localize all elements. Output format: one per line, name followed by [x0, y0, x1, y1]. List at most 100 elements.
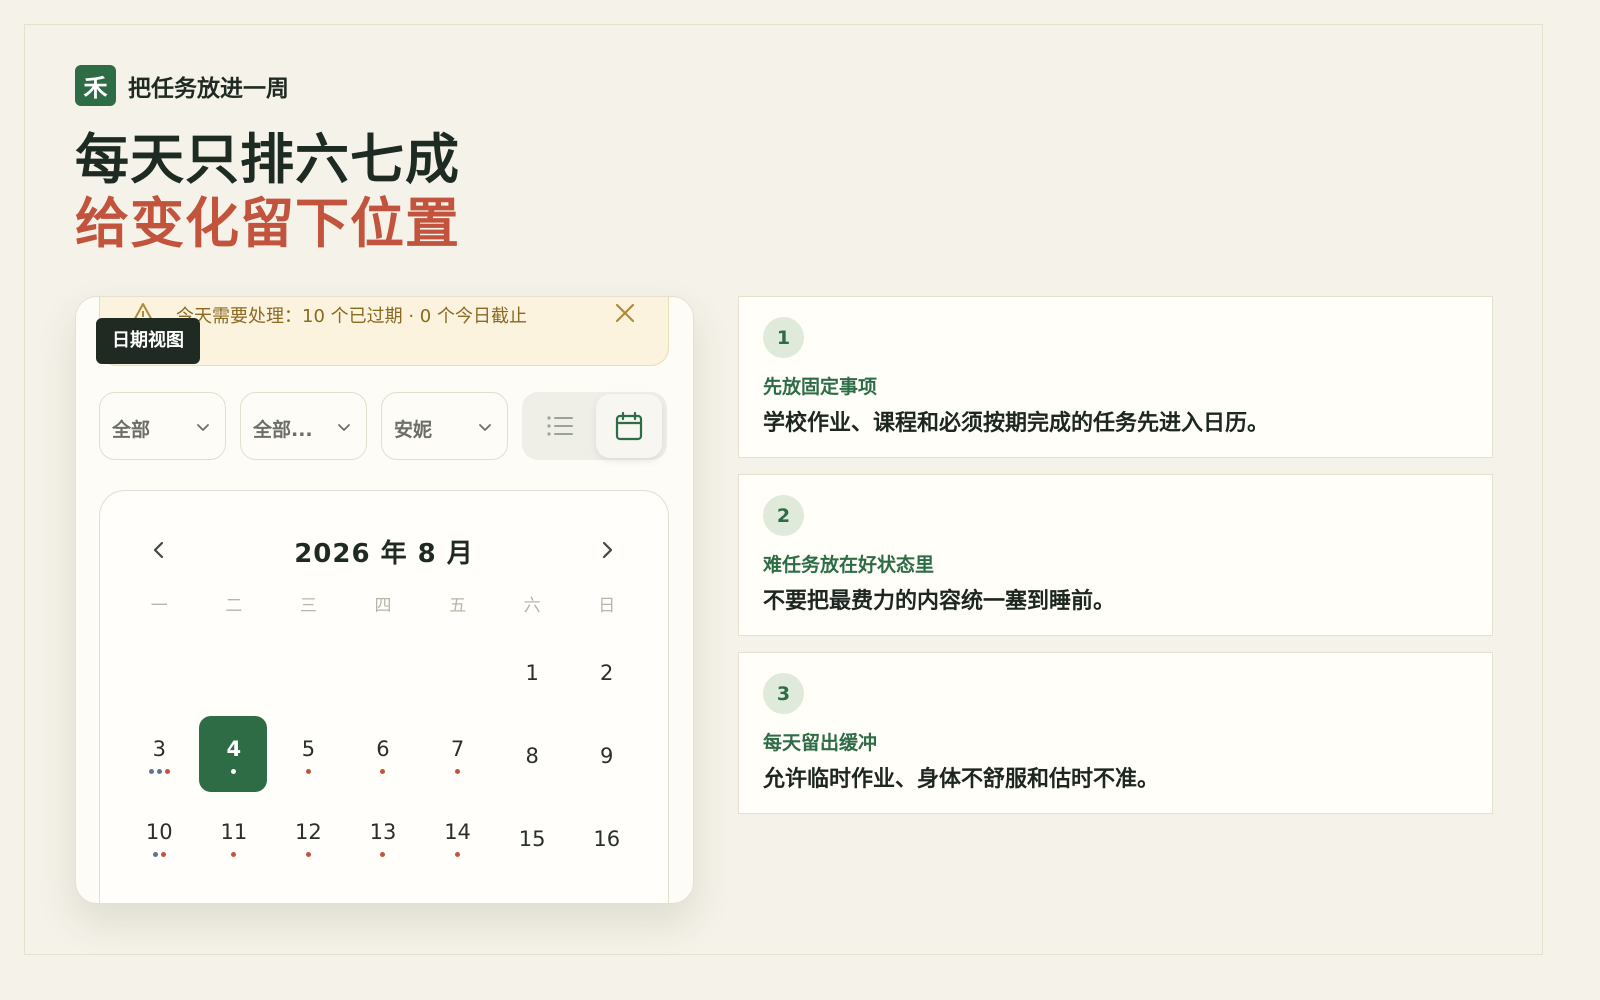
- calendar-day-number: 8: [525, 743, 539, 768]
- calendar-month-title: 2026 年 8 月: [294, 539, 474, 569]
- calendar-day-number: 2: [600, 660, 614, 685]
- headline-line-1: 每天只排六七成: [75, 128, 460, 191]
- month-calendar: 2026 年 8 月 一 二 三 四 五 六 日 1 2 3 4 5 6 7 8 9 10 11 12…: [99, 490, 669, 903]
- weekday-label: 一: [150, 596, 168, 616]
- weekday-label: 日: [598, 596, 616, 616]
- list-view-button[interactable]: [534, 402, 586, 450]
- calendar-day-number: 9: [600, 743, 614, 768]
- chevron-right-icon[interactable]: [596, 539, 618, 561]
- tip-description: 不要把最费力的内容统一塞到睡前。: [763, 589, 1116, 614]
- task-dot: [455, 769, 461, 774]
- task-dot: [152, 852, 158, 857]
- task-dot: [380, 852, 386, 857]
- calendar-empty-cell: [271, 631, 346, 714]
- calendar-day[interactable]: 1: [495, 631, 570, 714]
- calendar-day-number: 14: [444, 820, 471, 844]
- calendar-day-number: 16: [593, 826, 621, 851]
- tip-step-number: 3: [763, 673, 804, 714]
- alert-text: 今天需要处理：10 个已过期 · 0 个今日截止: [176, 306, 527, 327]
- tip-card-3: 3 每天留出缓冲 允许临时作业、身体不舒服和估时不准。: [738, 652, 1493, 814]
- calendar-day[interactable]: 14: [420, 797, 495, 880]
- tip-title: 先放固定事项: [763, 376, 878, 398]
- tip-step-number: 1: [763, 317, 804, 358]
- calendar-day-number: 13: [369, 820, 397, 844]
- filter-select-3[interactable]: 安妮: [381, 392, 508, 460]
- tip-card-2: 2 难任务放在好状态里 不要把最费力的内容统一塞到睡前。: [738, 474, 1493, 636]
- calendar-day[interactable]: 15: [495, 797, 570, 880]
- view-toggle: [522, 392, 667, 460]
- task-dot: [164, 769, 170, 774]
- calendar-day[interactable]: 7: [420, 714, 495, 797]
- calendar-day[interactable]: 8: [495, 714, 570, 797]
- task-dot: [380, 769, 386, 774]
- calendar-day[interactable]: 12: [271, 797, 346, 880]
- brand: 禾 把任务放进一周: [75, 65, 289, 106]
- brand-name: 把任务放进一周: [128, 75, 289, 102]
- headline: 每天只排六七成 给变化留下位置: [75, 128, 460, 256]
- task-dots: [152, 852, 166, 857]
- tip-description: 学校作业、课程和必须按期完成的任务先进入日历。: [763, 411, 1270, 436]
- task-dot: [305, 852, 311, 857]
- task-dots: [455, 852, 461, 857]
- weekday-label: 五: [449, 596, 467, 616]
- weekday-label: 二: [225, 596, 243, 616]
- calendar-day[interactable]: 6: [346, 714, 421, 797]
- filter-select-value: 全部: [112, 419, 151, 441]
- tip-title: 难任务放在好状态里: [763, 554, 935, 576]
- filter-select-value: 安妮: [394, 419, 433, 441]
- filter-select-value: 全部...: [253, 419, 313, 441]
- calendar-day-number: 6: [376, 737, 390, 761]
- calendar-day[interactable]: 13: [346, 797, 421, 880]
- chevron-down-icon: [479, 424, 491, 431]
- calendar-empty-cell: [420, 631, 495, 714]
- calendar-day-number: 11: [220, 820, 248, 844]
- calendar-day-number: 5: [301, 737, 316, 761]
- task-dot: [148, 769, 154, 774]
- tip-card-1: 1 先放固定事项 学校作业、课程和必须按期完成的任务先进入日历。: [738, 296, 1493, 458]
- task-dots: [380, 769, 386, 774]
- calendar-day-number: 12: [295, 820, 322, 844]
- calendar-day[interactable]: 16: [569, 797, 644, 880]
- task-dots: [305, 769, 311, 774]
- calendar-view-button[interactable]: [596, 394, 662, 458]
- app-preview: 今天需要处理：10 个已过期 · 0 个今日截止 日期视图 全部 全部... 安…: [75, 296, 694, 904]
- close-icon[interactable]: [612, 300, 638, 326]
- task-dot: [455, 852, 461, 857]
- calendar-day[interactable]: 3: [122, 714, 197, 797]
- task-dot: [231, 852, 237, 857]
- calendar-day-number: 3: [152, 737, 166, 761]
- filter-select-2[interactable]: 全部...: [240, 392, 367, 460]
- brand-logo: 禾: [75, 65, 116, 106]
- list-icon: [547, 416, 573, 436]
- date-view-tooltip: 日期视图: [96, 318, 200, 364]
- task-dots: [231, 769, 237, 774]
- calendar-day[interactable]: 9: [569, 714, 644, 797]
- headline-line-2: 给变化留下位置: [75, 192, 460, 255]
- calendar-empty-cell: [346, 631, 421, 714]
- task-dot: [160, 852, 166, 857]
- tip-description: 允许临时作业、身体不舒服和估时不准。: [763, 767, 1160, 792]
- task-dot: [305, 769, 311, 774]
- task-dot: [156, 769, 162, 774]
- tip-step-number: 2: [763, 495, 804, 536]
- calendar-day-number: 7: [450, 737, 465, 761]
- task-dots: [148, 769, 170, 774]
- filter-select-1[interactable]: 全部: [99, 392, 226, 460]
- calendar-day[interactable]: 10: [122, 797, 197, 880]
- weekday-label: 三: [299, 596, 317, 616]
- calendar-day[interactable]: 5: [271, 714, 346, 797]
- task-dots: [380, 852, 386, 857]
- task-dots: [231, 852, 237, 857]
- calendar-icon: [615, 411, 643, 441]
- weekday-header: 一 二 三 四 五 六 日: [122, 591, 644, 616]
- calendar-day-number: 4: [226, 737, 242, 761]
- weekday-label: 六: [523, 596, 541, 616]
- calendar-day[interactable]: 4: [197, 714, 272, 797]
- calendar-day[interactable]: 2: [569, 631, 644, 714]
- calendar-day[interactable]: 11: [197, 797, 272, 880]
- task-dots: [305, 852, 311, 857]
- chevron-down-icon: [197, 424, 209, 431]
- weekday-label: 四: [374, 596, 392, 616]
- task-dots: [455, 769, 461, 774]
- calendar-day-number: 15: [518, 826, 546, 851]
